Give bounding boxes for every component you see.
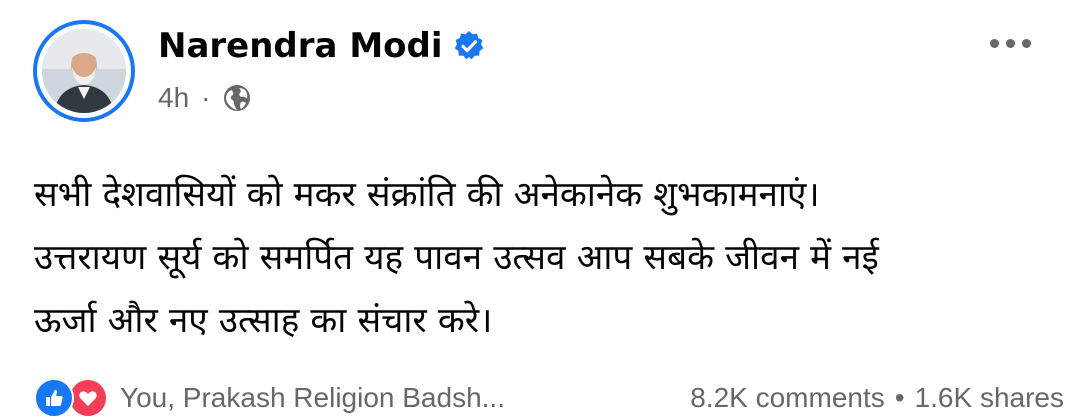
post-text-line: सभी देशवासियों को मकर संक्रांति की अनेका… [34,175,820,215]
comments-count[interactable]: 8.2K comments [690,382,885,414]
more-options-icon[interactable] [982,28,1038,58]
love-reaction-icon [68,378,108,418]
facebook-post: Narendra Modi 4h · सभी देशवासियों को मकर… [0,0,1080,419]
meta-separator: · [201,82,211,113]
reactions-bar: You, Prakash Religion Badsh... 8.2K comm… [34,376,1064,419]
verified-badge-icon [453,30,485,62]
reaction-icons[interactable] [34,378,108,418]
more-dot [989,38,999,48]
counts-separator: • [894,382,905,413]
post-time[interactable]: 4h [158,82,189,114]
author-header: Narendra Modi [158,24,485,68]
globe-icon [222,83,252,113]
post-text: सभी देशवासियों को मकर संक्रांति की अनेका… [34,164,1054,353]
profile-avatar[interactable] [33,20,135,122]
post-text-line: ऊर्जा और नए उत्साह का संचार करे। [34,301,493,341]
reactors-text[interactable]: You, Prakash Religion Badsh... [120,382,505,414]
more-dot [1021,38,1031,48]
like-reaction-icon [34,378,74,418]
engagement-counts: 8.2K comments • 1.6K shares [690,382,1064,414]
shares-count[interactable]: 1.6K shares [915,382,1064,414]
avatar-image [42,29,126,113]
post-meta: 4h · [158,82,252,114]
post-text-line: उत्तरायण सूर्य को समर्पित यह पावन उत्सव … [34,238,879,278]
author-name[interactable]: Narendra Modi [158,24,443,68]
more-dot [1005,38,1015,48]
